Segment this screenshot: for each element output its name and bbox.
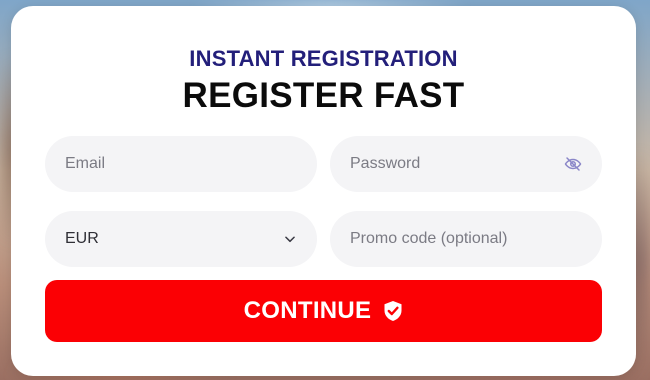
chevron-down-icon [285, 236, 295, 243]
continue-button-label: CONTINUE [243, 297, 372, 324]
form-title: REGISTER FAST [182, 76, 465, 115]
email-field[interactable] [45, 136, 317, 192]
eye-off-icon[interactable] [564, 155, 582, 173]
promo-code-input[interactable] [350, 230, 582, 248]
currency-value: EUR [65, 230, 99, 247]
registration-card: INSTANT REGISTRATION REGISTER FAST EUR C… [11, 6, 636, 376]
currency-select[interactable]: EUR [45, 211, 317, 267]
password-input[interactable] [350, 155, 556, 173]
shield-check-icon [384, 301, 402, 321]
form-subtitle: INSTANT REGISTRATION [189, 46, 458, 71]
password-field[interactable] [330, 136, 602, 192]
continue-button[interactable]: CONTINUE [45, 280, 602, 342]
email-input[interactable] [65, 155, 297, 173]
promo-code-field[interactable] [330, 211, 602, 267]
